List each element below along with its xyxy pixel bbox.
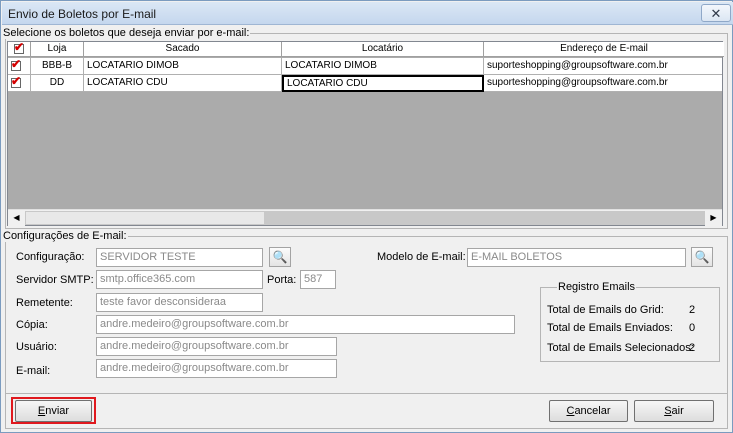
column-header-sacado[interactable]: Sacado (84, 42, 282, 57)
checkmark-icon: ✔ (11, 58, 22, 71)
scroll-thumb[interactable] (25, 211, 265, 225)
binoculars-icon: 🔍 (694, 250, 710, 264)
servidor-smtp-field[interactable]: smtp.office365.com (96, 270, 263, 289)
total-selecionados-label: Total de Emails Selecionados: (547, 342, 694, 354)
table-row-check[interactable]: ✔ (8, 75, 31, 92)
copia-label: Cópia: (16, 319, 48, 331)
cell-loja[interactable]: BBB-B (31, 58, 84, 75)
close-button[interactable]: ✕ (701, 4, 731, 22)
row-checkbox[interactable]: ✔ (11, 75, 22, 88)
modelo-email-search-button[interactable]: 🔍 (691, 247, 713, 267)
remetente-label: Remetente: (16, 297, 73, 309)
configuracao-field[interactable]: SERVIDOR TESTE (96, 248, 263, 267)
cell-sacado[interactable]: LOCATARIO CDU (84, 75, 282, 92)
servidor-smtp-label: Servidor SMTP: (16, 274, 94, 286)
cell-email[interactable]: suporteshopping@groupsoftware.com.br (484, 58, 722, 75)
porta-field[interactable]: 587 (300, 270, 336, 289)
boletos-grid[interactable]: ✔ Loja Sacado Locatário Endereço de E-ma… (7, 41, 724, 226)
arrow-left-icon: ◀ (13, 213, 20, 222)
scroll-left-button[interactable]: ◀ (8, 210, 25, 226)
horizontal-scrollbar[interactable]: ◀ ▶ (8, 209, 722, 226)
porta-label: Porta: (267, 274, 297, 286)
sair-accel: S (664, 405, 672, 417)
email-field[interactable]: andre.medeiro@groupsoftware.com.br (96, 359, 337, 378)
configuracao-label: Configuração: (16, 251, 85, 263)
copia-field[interactable]: andre.medeiro@groupsoftware.com.br (96, 315, 515, 334)
cell-loja[interactable]: DD (31, 75, 84, 92)
total-enviados-value: 0 (689, 322, 696, 334)
remetente-field[interactable]: teste favor desconsideraa (96, 293, 263, 312)
total-grid-value: 2 (689, 304, 696, 316)
column-header-email[interactable]: Endereço de E-mail (484, 42, 724, 57)
column-header-locatario[interactable]: Locatário (282, 42, 484, 57)
scroll-track[interactable] (265, 211, 705, 225)
column-header-loja[interactable]: Loja (31, 42, 84, 57)
total-grid-label: Total de Emails do Grid: (547, 304, 664, 316)
sair-button[interactable]: Sair (634, 400, 714, 422)
configuracao-search-button[interactable]: 🔍 (269, 247, 291, 267)
cell-sacado[interactable]: LOCATARIO DIMOB (84, 58, 282, 75)
table-row-check[interactable]: ✔ (8, 58, 31, 75)
scroll-right-button[interactable]: ▶ (705, 210, 722, 226)
modelo-email-field[interactable]: E-MAIL BOLETOS (467, 248, 686, 267)
config-email-legend: Configurações de E-mail: (3, 230, 127, 242)
title-bar: Envio de Boletos por E-mail ✕ (2, 2, 733, 25)
checkmark-icon: ✔ (11, 75, 22, 88)
email-label: E-mail: (16, 365, 51, 377)
enviar-label: nviar (45, 405, 70, 417)
cancelar-label: ancelar (574, 405, 611, 417)
row-checkbox[interactable]: ✔ (11, 58, 22, 71)
arrow-right-icon: ▶ (710, 213, 717, 222)
registro-emails-legend: Registro Emails (558, 281, 636, 293)
check-all-checkbox[interactable]: ✔ (14, 42, 25, 54)
enviar-button[interactable]: Enviar (15, 400, 92, 422)
binoculars-icon: 🔍 (272, 250, 288, 264)
modelo-email-label: Modelo de E-mail: (377, 251, 466, 263)
cell-email[interactable]: suporteshopping@groupsoftware.com.br (484, 75, 722, 92)
total-enviados-label: Total de Emails Enviados: (547, 322, 673, 334)
total-selecionados-value: 2 (689, 342, 696, 354)
usuario-field[interactable]: andre.medeiro@groupsoftware.com.br (96, 337, 337, 356)
cell-locatario[interactable]: LOCATARIO DIMOB (282, 58, 484, 75)
usuario-label: Usuário: (16, 341, 57, 353)
cancelar-button[interactable]: Cancelar (549, 400, 628, 422)
close-icon: ✕ (710, 6, 722, 21)
window-title: Envio de Boletos por E-mail (8, 7, 157, 21)
cell-locatario-selected[interactable]: LOCATARIO CDU (282, 75, 484, 92)
dialog-window: Envio de Boletos por E-mail ✕ Selecione … (0, 0, 733, 433)
check-all-header[interactable]: ✔ (8, 42, 31, 57)
sair-label: air (671, 405, 684, 417)
select-boletos-legend: Selecione os boletos que deseja enviar p… (3, 27, 250, 39)
checkmark-icon: ✔ (14, 42, 25, 54)
